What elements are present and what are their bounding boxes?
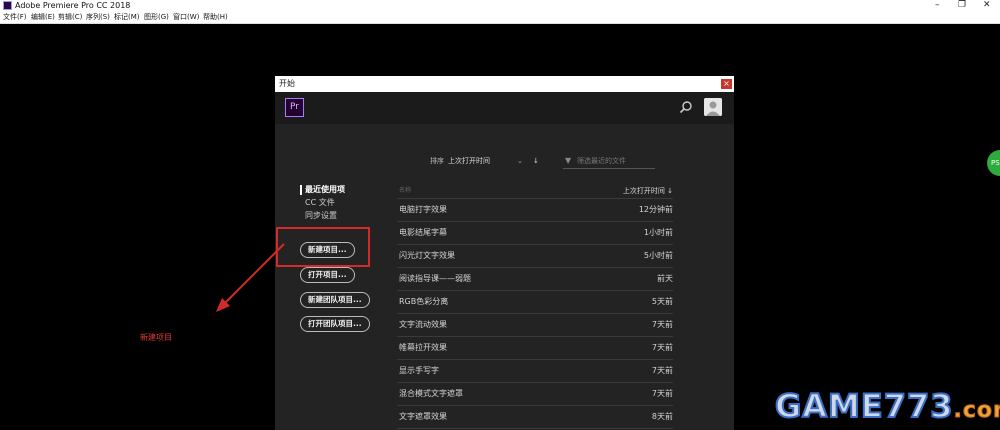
row-time: 前天	[657, 274, 673, 283]
premiere-logo-icon: Pr	[285, 98, 304, 117]
row-name: RGB色彩分离	[399, 297, 449, 306]
row-time: 5天前	[651, 297, 673, 306]
active-nav-marker	[300, 185, 302, 195]
user-avatar-icon[interactable]	[704, 98, 722, 116]
open-project-button[interactable]: 打开项目...	[300, 267, 355, 283]
menu-edit[interactable]: 编辑(E)	[31, 12, 55, 23]
sort-direction-icon[interactable]: ↓	[533, 154, 539, 168]
table-row[interactable]: 帷幕拉开效果 7天前	[397, 337, 673, 360]
app-titlebar: Adobe Premiere Pro CC 2018 – ❐ ✕	[0, 0, 1000, 12]
site-watermark: GAME773.com	[774, 387, 1000, 429]
table-row[interactable]: 显示手写字 7天前	[397, 360, 673, 383]
row-name: 文字流动效果	[399, 320, 447, 329]
row-time: 5小时前	[643, 251, 673, 260]
table-row[interactable]: 闪光灯文字效果 5小时前	[397, 245, 673, 268]
filter-icon: ▼	[565, 156, 572, 165]
menu-sequence[interactable]: 序列(S)	[86, 12, 110, 23]
table-row[interactable]: RGB色彩分离 5天前	[397, 291, 673, 314]
row-name: 混合模式文字遮罩	[399, 389, 463, 398]
watermark-suffix: .com	[953, 398, 1000, 424]
sort-value[interactable]: 上次打开时间	[448, 154, 490, 168]
row-time: 7天前	[651, 320, 673, 329]
annotation-highlight-box	[276, 227, 370, 267]
dialog-close-button[interactable]: ×	[721, 79, 732, 89]
menu-bar: 文件(F) 编辑(E) 剪辑(C) 序列(S) 标记(M) 图形(G) 窗口(W…	[0, 12, 1000, 24]
row-time: 8天前	[651, 412, 673, 421]
table-row[interactable]: 阅读指导课——弱题 前天	[397, 268, 673, 291]
row-name: 阅读指导课——弱题	[399, 274, 471, 283]
menu-window[interactable]: 窗口(W)	[173, 12, 199, 23]
row-name: 文字遮罩效果	[399, 412, 447, 421]
dialog-header: Pr	[275, 92, 734, 124]
watermark-main: GAME773	[774, 387, 954, 425]
table-row[interactable]: 混合模式文字遮罩 7天前	[397, 383, 673, 406]
chevron-down-icon[interactable]: ⌄	[517, 154, 523, 168]
annotation-arrow-icon	[216, 243, 285, 312]
dialog-title: 开始	[279, 79, 295, 88]
nav-sync-settings[interactable]: 同步设置	[305, 210, 337, 222]
row-time: 7天前	[651, 343, 673, 352]
open-team-project-button[interactable]: 打开团队项目...	[300, 316, 370, 332]
row-name: 显示手写字	[399, 366, 439, 375]
menu-help[interactable]: 帮助(H)	[203, 12, 228, 23]
floating-assistant-bubble[interactable]: PS	[987, 150, 1000, 176]
row-time: 7天前	[651, 389, 673, 398]
row-time: 12分钟前	[638, 205, 673, 214]
dialog-titlebar: 开始 ×	[275, 76, 734, 92]
row-name: 帷幕拉开效果	[399, 343, 447, 352]
table-row[interactable]: 电脑打字效果 12分钟前	[397, 199, 673, 222]
row-name: 电影结尾字幕	[399, 228, 447, 237]
menu-marker[interactable]: 标记(M)	[114, 12, 140, 23]
nav-cc-files[interactable]: CC 文件	[305, 197, 335, 209]
row-name: 闪光灯文字效果	[399, 251, 455, 260]
new-team-project-button[interactable]: 新建团队项目...	[300, 292, 370, 308]
row-name: 电脑打字效果	[399, 205, 447, 214]
menu-clip[interactable]: 剪辑(C)	[58, 12, 82, 23]
row-time: 1小时前	[643, 228, 673, 237]
table-header: 名称 上次打开时间 ↓	[397, 184, 673, 199]
restore-button[interactable]: ❐	[958, 0, 966, 11]
filter-input[interactable]	[577, 154, 653, 167]
table-row[interactable]: 文字遮罩效果 8天前	[397, 406, 673, 429]
minimize-button[interactable]: –	[935, 0, 940, 11]
sort-label: 排序	[430, 157, 444, 165]
table-row[interactable]: 电影结尾字幕 1小时前	[397, 222, 673, 245]
nav-recent[interactable]: 最近使用项	[305, 184, 345, 196]
column-time-header[interactable]: 上次打开时间 ↓	[623, 184, 673, 198]
search-icon[interactable]	[679, 100, 693, 114]
menu-graphics[interactable]: 图形(G)	[144, 12, 169, 23]
app-title: Adobe Premiere Pro CC 2018	[15, 1, 131, 10]
filter-field: ▼	[563, 154, 655, 169]
column-name-header[interactable]: 名称	[399, 184, 411, 198]
close-window-button[interactable]: ✕	[983, 0, 991, 11]
premiere-app-icon	[3, 1, 12, 10]
annotation-label: 新建项目	[140, 333, 172, 342]
menu-file[interactable]: 文件(F)	[3, 12, 27, 23]
row-time: 7天前	[651, 366, 673, 375]
table-row[interactable]: 文字流动效果 7天前	[397, 314, 673, 337]
